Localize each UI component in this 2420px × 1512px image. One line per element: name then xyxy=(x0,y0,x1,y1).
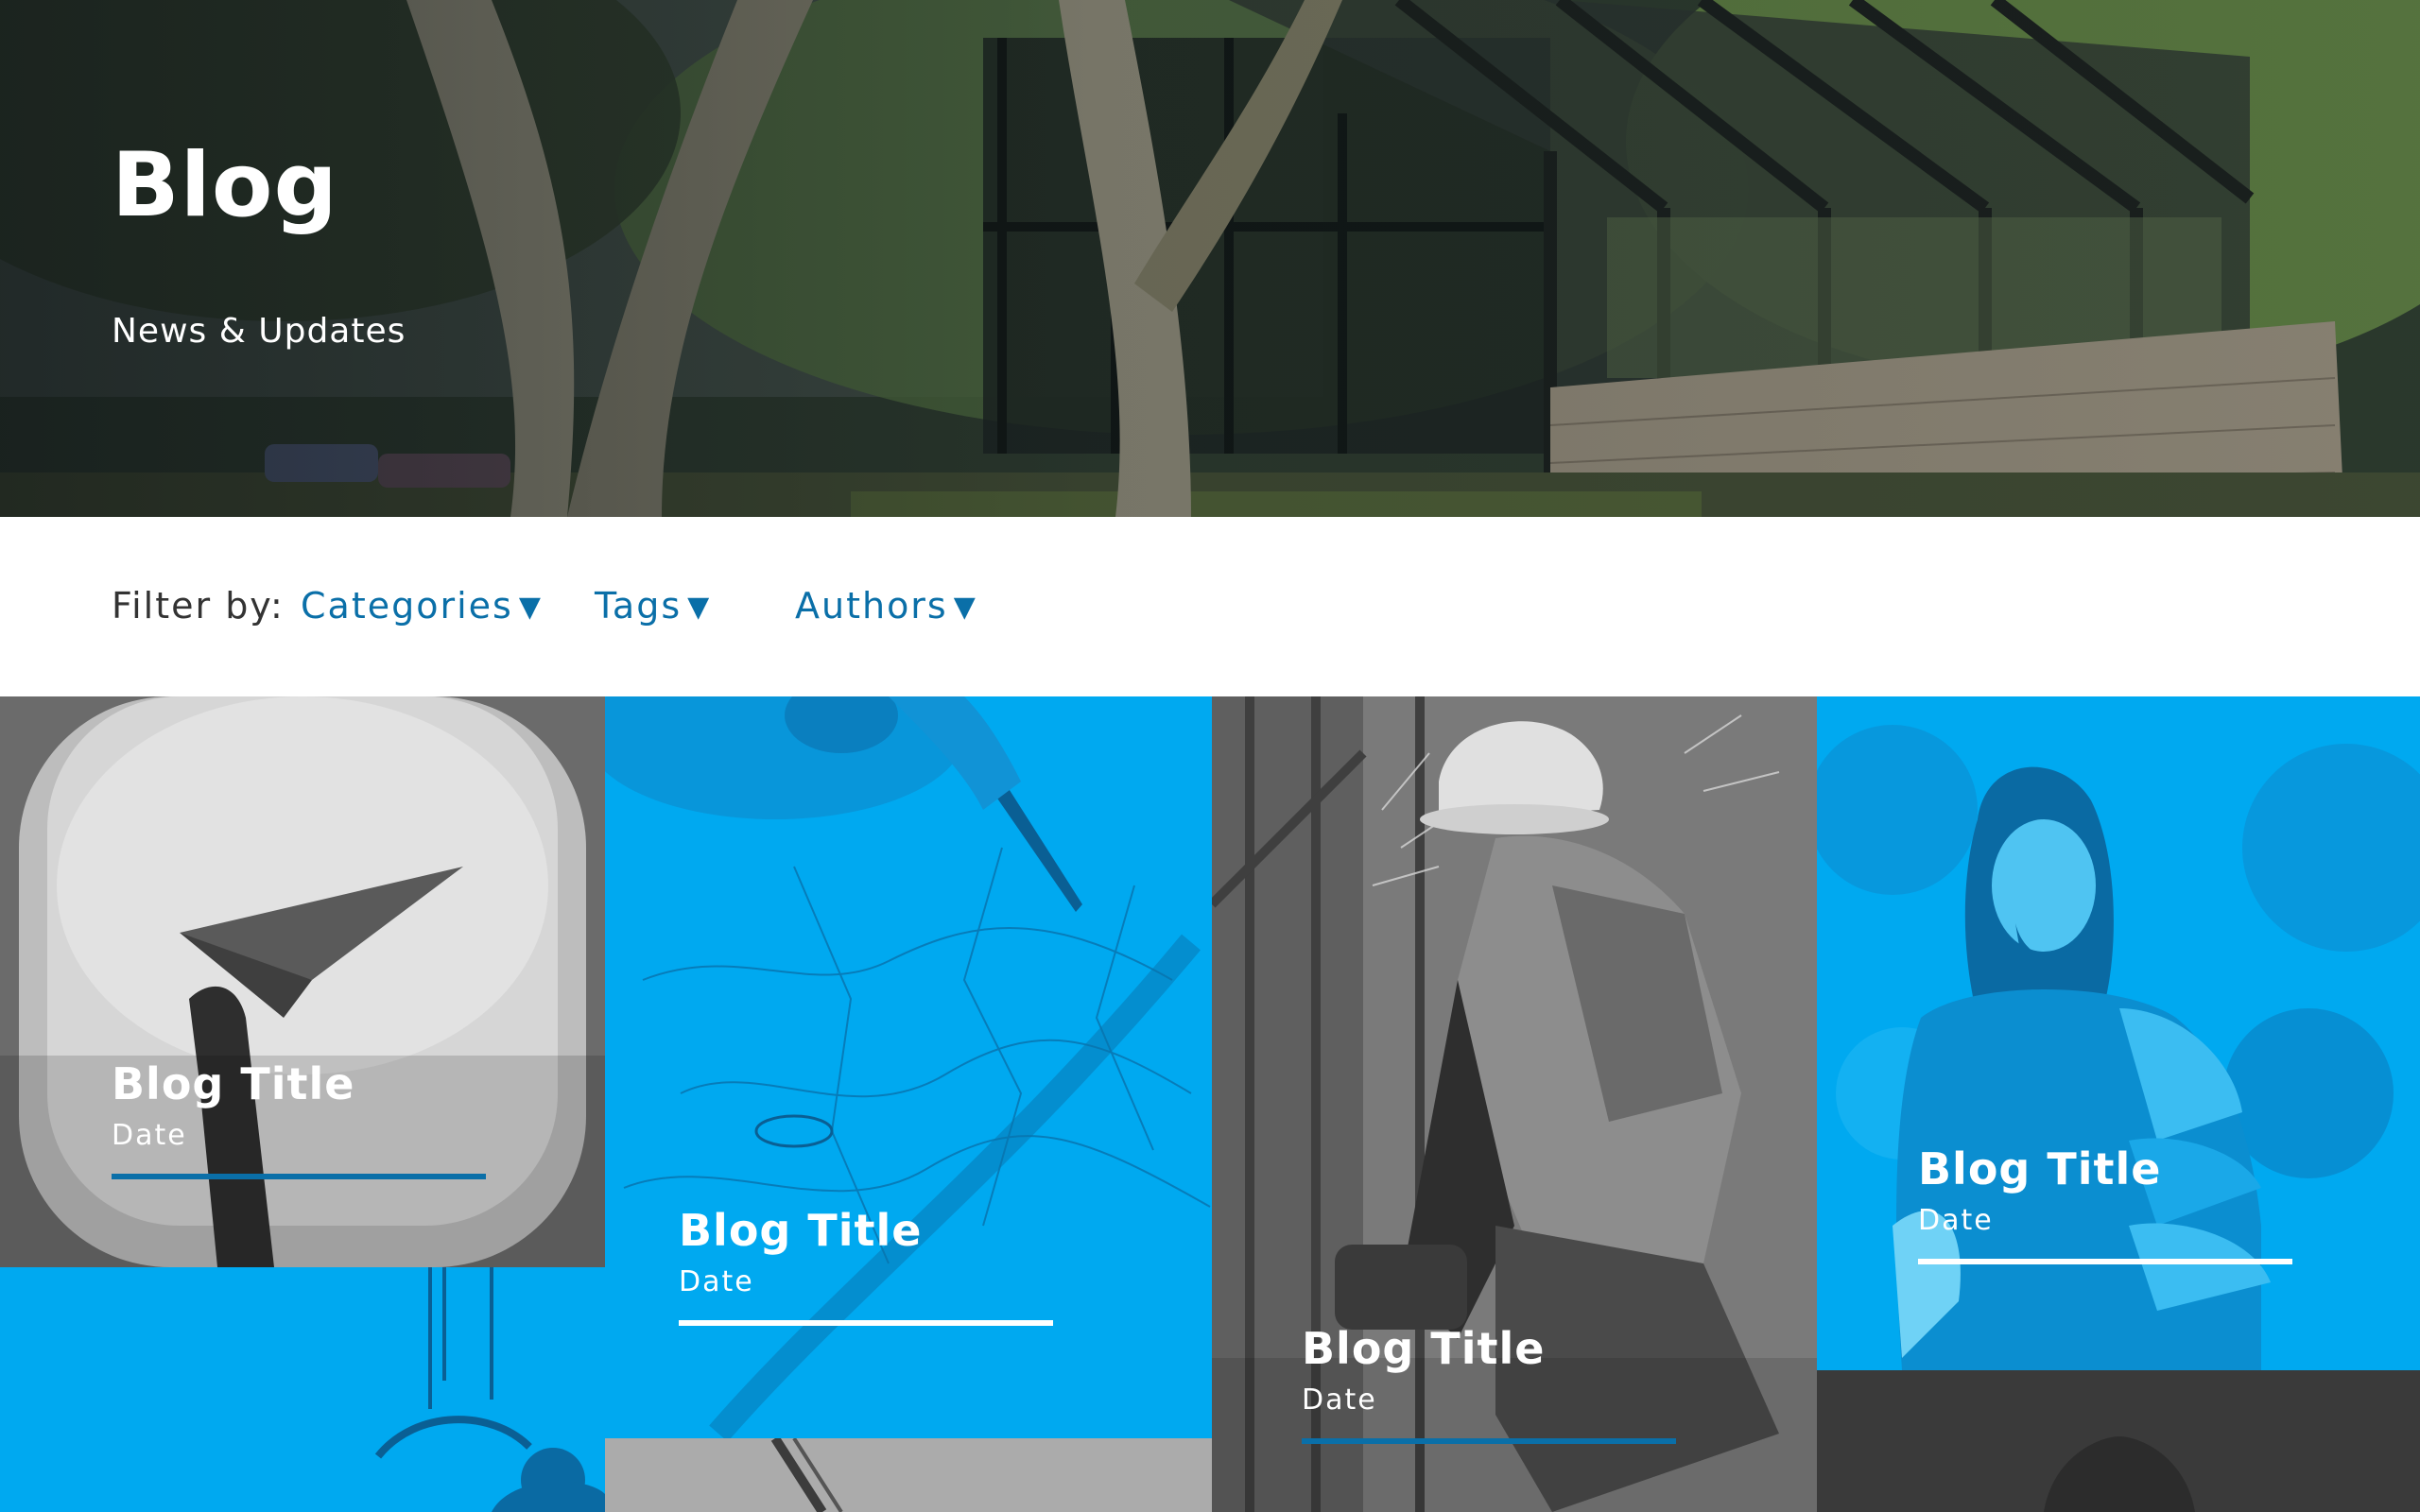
categories-filter-label: Categories xyxy=(301,585,513,627)
blog-card-date: Date xyxy=(1302,1383,1377,1417)
blog-card-date: Date xyxy=(679,1265,754,1298)
blog-card[interactable]: Blog Title Date xyxy=(1817,696,2420,1370)
blog-card-underline xyxy=(112,1174,486,1179)
blog-card-underline xyxy=(1302,1438,1676,1444)
knight-chainmail-image xyxy=(1817,696,2420,1370)
blog-card-partial[interactable] xyxy=(0,1267,605,1512)
blog-card-title: Blog Title xyxy=(1918,1143,2162,1194)
map-with-pen-image xyxy=(605,696,1212,1438)
tags-filter-label: Tags xyxy=(595,585,683,627)
hero-banner: Blog News & Updates xyxy=(0,0,2420,517)
blog-card-underline xyxy=(1918,1259,2292,1264)
categories-filter-dropdown[interactable]: Categories ▼ xyxy=(301,585,543,627)
authors-filter-label: Authors xyxy=(795,585,948,627)
page-subtitle: News & Updates xyxy=(112,312,406,351)
hero-overlay xyxy=(0,0,2420,517)
blog-card-title: Blog Title xyxy=(112,1058,355,1109)
blog-card-partial[interactable] xyxy=(1817,1370,2420,1512)
kitesurfer-image xyxy=(0,1267,605,1512)
filter-label: Filter by: xyxy=(112,585,285,627)
caret-down-icon: ▼ xyxy=(518,591,543,624)
blog-card-title: Blog Title xyxy=(679,1205,923,1256)
blog-card[interactable]: Blog Title Date xyxy=(1212,696,1817,1512)
blog-card-date: Date xyxy=(1918,1204,1994,1237)
tags-filter-dropdown[interactable]: Tags ▼ xyxy=(595,585,711,627)
blog-card-underline xyxy=(679,1320,1053,1326)
climbing-rope-image xyxy=(605,1438,1212,1512)
blog-card-title: Blog Title xyxy=(1302,1323,1546,1374)
blog-card-date: Date xyxy=(112,1119,187,1152)
caret-down-icon: ▼ xyxy=(953,591,977,624)
page-title: Blog xyxy=(112,134,338,237)
paper-airplane-image xyxy=(0,696,605,1267)
blog-card-partial[interactable] xyxy=(605,1438,1212,1512)
blog-card-grid: Blog Title Date Blog Title Date Blog Tit… xyxy=(0,696,2420,1512)
blog-card[interactable]: Blog Title Date xyxy=(605,696,1212,1438)
blog-card[interactable]: Blog Title Date xyxy=(0,696,605,1267)
caret-down-icon: ▼ xyxy=(687,591,712,624)
filter-bar: Filter by: Categories ▼ Tags ▼ Authors ▼ xyxy=(0,517,2420,696)
arch-silhouette-image xyxy=(1817,1370,2420,1512)
authors-filter-dropdown[interactable]: Authors ▼ xyxy=(795,585,977,627)
